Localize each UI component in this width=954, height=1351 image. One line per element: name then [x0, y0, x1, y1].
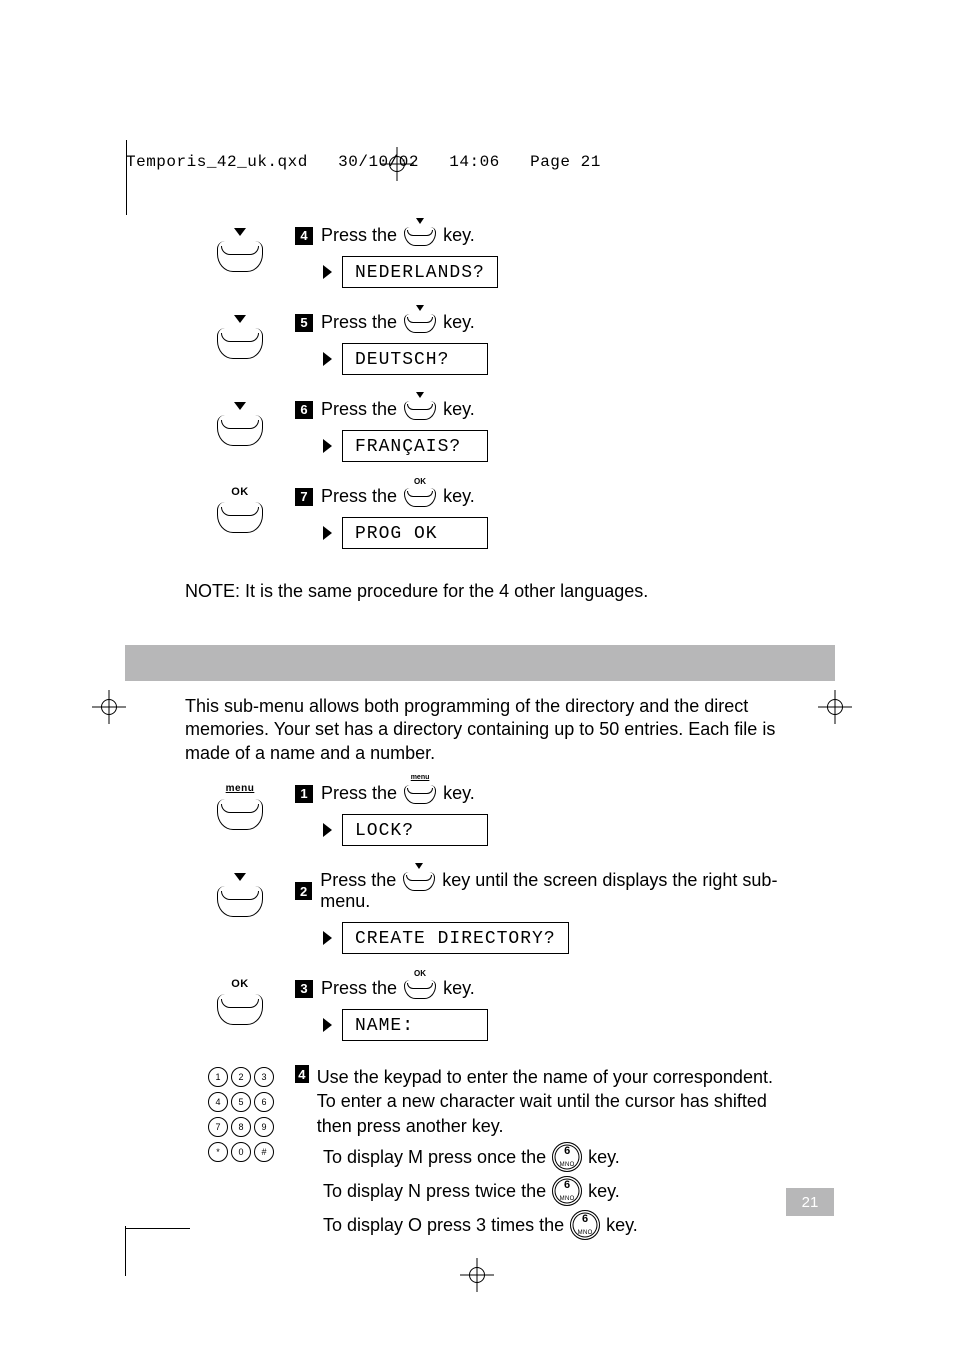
- step-number: 7: [295, 488, 313, 506]
- step-number: 4: [295, 1065, 309, 1083]
- caret-right-icon: [323, 265, 332, 279]
- lower-step-3: OK 3 Press the OK key. NAME:: [185, 978, 805, 1059]
- softkey-ok-icon: OK: [217, 502, 263, 533]
- note-text: NOTE: It is the same procedure for the 4…: [185, 581, 795, 602]
- step-number: 1: [295, 785, 313, 803]
- lcd-display: NEDERLANDS?: [342, 256, 498, 288]
- step-number: 3: [295, 980, 313, 998]
- caret-right-icon: [323, 526, 332, 540]
- crop-mark-icon: [125, 1226, 126, 1276]
- crop-mark-icon: [125, 1228, 190, 1229]
- step-number: 5: [295, 314, 313, 332]
- print-header-file: Temporis_42_uk.qxd: [126, 153, 308, 171]
- registration-mark-icon: [818, 690, 852, 724]
- registration-mark-icon: [92, 690, 126, 724]
- lcd-display: NAME:: [342, 1009, 488, 1041]
- softkey-down-icon: [403, 872, 435, 891]
- step-5-text: Press the key.: [321, 312, 475, 333]
- lower-step4-body: Use the keypad to enter the name of your…: [317, 1065, 805, 1138]
- lcd-display: DEUTSCH?: [342, 343, 488, 375]
- registration-mark-icon: [460, 1258, 494, 1292]
- display-n-line: To display N press twice the 6 MNO key.: [323, 1176, 805, 1206]
- lcd-display: LOCK?: [342, 814, 488, 846]
- print-header-page: Page 21: [530, 153, 601, 171]
- digit-6-key-icon: 6 MNO: [552, 1142, 582, 1172]
- step-row-5: 5 Press the key. DEUTSCH?: [185, 312, 795, 393]
- step-row-6: 6 Press the key. FRANÇAIS?: [185, 399, 795, 480]
- keypad-icon: 1 2 3 4 5 6 7 8 9 * 0 #: [204, 1067, 276, 1162]
- lower-step-2: 2 Press the key until the screen display…: [185, 870, 805, 972]
- step-number: 4: [295, 227, 313, 245]
- step-4-text: Press the key.: [321, 225, 475, 246]
- lower-step1-text: Press the menu key.: [321, 783, 475, 804]
- lower-step-4: 1 2 3 4 5 6 7 8 9 * 0 # 4 Use the keypad…: [185, 1065, 805, 1244]
- softkey-ok-icon: OK: [217, 994, 263, 1025]
- print-header: Temporis_42_uk.qxd 30/10/02 14:06 Page 2…: [126, 153, 601, 171]
- lcd-display: CREATE DIRECTORY?: [342, 922, 569, 954]
- softkey-down-icon: [217, 241, 263, 272]
- caret-right-icon: [323, 1018, 332, 1032]
- step-number: 6: [295, 401, 313, 419]
- caret-right-icon: [323, 823, 332, 837]
- softkey-menu-icon: menu: [404, 785, 436, 804]
- caret-right-icon: [323, 439, 332, 453]
- caret-right-icon: [323, 931, 332, 945]
- page-number-badge: 21: [786, 1188, 834, 1216]
- step-number: 2: [295, 882, 312, 900]
- display-m-line: To display M press once the 6 MNO key.: [323, 1142, 805, 1172]
- softkey-down-icon: [404, 227, 436, 246]
- softkey-down-icon: [217, 415, 263, 446]
- lower-step-1: menu 1 Press the menu key. LOCK?: [185, 783, 805, 864]
- step-6-text: Press the key.: [321, 399, 475, 420]
- print-header-time: 14:06: [449, 153, 500, 171]
- digit-6-key-icon: 6 MNO: [570, 1210, 600, 1240]
- softkey-menu-icon: menu: [217, 799, 263, 830]
- lcd-display: FRANÇAIS?: [342, 430, 488, 462]
- lcd-display: PROG OK: [342, 517, 488, 549]
- lower-steps-block: This sub-menu allows both programming of…: [185, 695, 805, 1250]
- print-mark-vertical: [126, 140, 127, 215]
- registration-mark-icon: [380, 147, 414, 181]
- softkey-down-icon: [217, 328, 263, 359]
- step-7-text: Press the OK key.: [321, 486, 475, 507]
- softkey-down-icon: [404, 401, 436, 420]
- softkey-ok-icon: OK: [404, 980, 436, 999]
- upper-steps-block: 4 Press the key. NEDERLANDS? 5: [185, 225, 795, 602]
- softkey-ok-icon: OK: [404, 488, 436, 507]
- lower-step2-text: Press the key until the screen displays …: [320, 870, 805, 912]
- display-o-line: To display O press 3 times the 6 MNO key…: [323, 1210, 805, 1240]
- step-row-4: 4 Press the key. NEDERLANDS?: [185, 225, 795, 306]
- softkey-down-icon: [404, 314, 436, 333]
- step-row-7: OK 7 Press the OK key. PROG OK: [185, 486, 795, 567]
- softkey-down-icon: [217, 886, 263, 917]
- section-divider-bar: [125, 645, 835, 681]
- lower-step3-text: Press the OK key.: [321, 978, 475, 999]
- caret-right-icon: [323, 352, 332, 366]
- intro-paragraph: This sub-menu allows both programming of…: [185, 695, 805, 765]
- digit-6-key-icon: 6 MNO: [552, 1176, 582, 1206]
